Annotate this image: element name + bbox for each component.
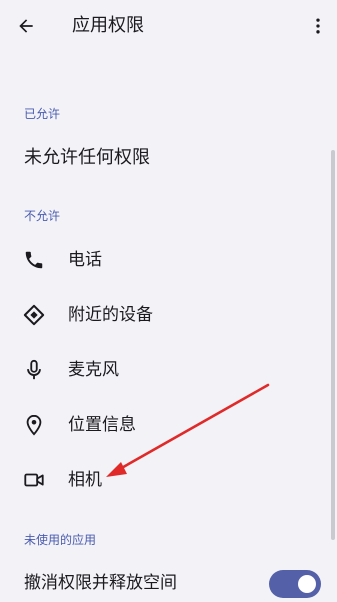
permission-label: 附近的设备	[68, 305, 153, 325]
section-header-allowed: 已允许	[24, 107, 61, 121]
permission-row-microphone[interactable]: 麦克风	[0, 344, 330, 396]
permission-label: 电话	[68, 250, 102, 270]
permission-row-camera[interactable]: 相机	[0, 454, 330, 506]
allowed-empty-text: 未允许任何权限	[24, 147, 150, 168]
section-header-not-allowed: 不允许	[24, 209, 61, 223]
revoke-permissions-row[interactable]: 撤消权限并释放空间	[0, 562, 337, 602]
section-header-unused-apps: 未使用的应用	[24, 533, 97, 547]
permission-row-phone[interactable]: 电话	[0, 234, 330, 286]
microphone-icon	[22, 358, 46, 382]
more-vert-icon[interactable]	[306, 14, 330, 38]
permission-row-location[interactable]: 位置信息	[0, 399, 330, 451]
permission-label: 位置信息	[68, 415, 136, 435]
videocam-icon	[22, 468, 46, 492]
page-title: 应用权限	[72, 15, 144, 36]
arrow-back-icon[interactable]	[14, 14, 38, 38]
app-bar: 应用权限	[0, 0, 337, 52]
toggle-label: 撤消权限并释放空间	[24, 573, 177, 593]
permission-label: 相机	[68, 470, 102, 490]
switch-knob	[298, 575, 316, 593]
location-pin-icon	[22, 413, 46, 437]
phone-icon	[22, 248, 46, 272]
scrollbar[interactable]	[331, 150, 335, 540]
nearby-devices-icon	[22, 303, 46, 327]
permission-label: 麦克风	[68, 360, 119, 380]
revoke-permissions-switch[interactable]	[269, 570, 321, 598]
permission-row-nearby-devices[interactable]: 附近的设备	[0, 289, 330, 341]
